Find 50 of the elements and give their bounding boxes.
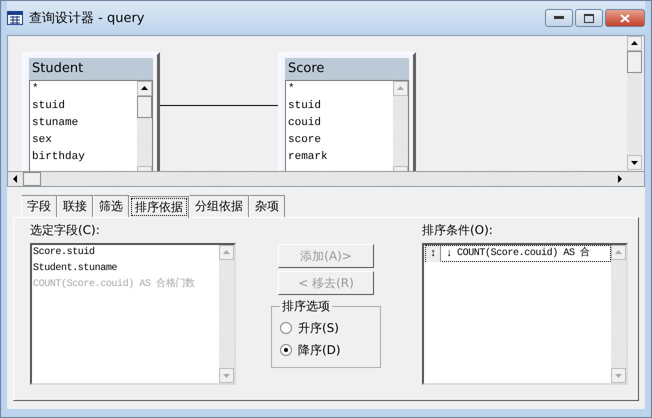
- table-box[interactable]: Score * stuid couid score remark: [278, 52, 416, 171]
- tab[interactable]: 杂项: [249, 195, 285, 217]
- list-item[interactable]: Score.stuid: [33, 245, 219, 261]
- scrollbar[interactable]: [627, 36, 642, 170]
- tab[interactable]: 字段: [21, 195, 57, 217]
- move-handle[interactable]: ↕: [426, 246, 441, 262]
- horizontal-scrollbar[interactable]: [8, 171, 644, 186]
- minimize-button[interactable]: [545, 9, 573, 27]
- radio-label[interactable]: 升序(S): [298, 320, 339, 336]
- tab[interactable]: 分组依据: [189, 195, 249, 217]
- table-box[interactable]: Student * stuid stuname sex birthday: [22, 52, 160, 171]
- radio-button[interactable]: [280, 344, 292, 356]
- close-icon: [620, 14, 630, 22]
- scrollbar[interactable]: [137, 81, 152, 171]
- field-item[interactable]: sex: [32, 132, 137, 149]
- sort-conditions-list[interactable]: ↕ ↓ COUNT(Score.couid) AS 合: [422, 243, 628, 385]
- scroll-thumb[interactable]: [627, 51, 642, 73]
- maximize-icon: [584, 14, 594, 22]
- scroll-down-icon[interactable]: [627, 155, 642, 170]
- field-item[interactable]: couid: [288, 115, 393, 132]
- list-label: 选定字段(C):: [30, 222, 101, 239]
- tab[interactable]: 排序依据: [129, 196, 189, 218]
- scroll-up-icon[interactable]: [137, 81, 152, 96]
- radio-label[interactable]: 降序(D): [298, 342, 341, 358]
- window-icon: [7, 11, 23, 25]
- minimize-icon: [554, 16, 564, 20]
- field-item[interactable]: stuname: [32, 115, 137, 132]
- field-item[interactable]: birthday: [32, 149, 137, 166]
- tab[interactable]: 筛选: [93, 195, 129, 217]
- field-item[interactable]: *: [32, 81, 137, 98]
- table-name: Score: [285, 58, 409, 80]
- scroll-up-icon[interactable]: [627, 36, 642, 51]
- list-item[interactable]: Student.stuname: [33, 261, 219, 277]
- maximize-button[interactable]: [575, 9, 603, 27]
- window-title: 查询设计器 - query: [29, 10, 144, 27]
- list-item[interactable]: COUNT(Score.couid) AS 合: [457, 246, 590, 262]
- table-name: Student: [29, 58, 153, 80]
- sort-direction[interactable]: ↓: [441, 246, 457, 262]
- close-button[interactable]: [605, 9, 645, 27]
- field-item[interactable]: remark: [288, 149, 393, 166]
- radio-button[interactable]: [280, 322, 292, 334]
- field-item[interactable]: stuid: [32, 98, 137, 115]
- field-item[interactable]: score: [288, 132, 393, 149]
- group-title: 排序选项: [281, 298, 331, 315]
- field-item[interactable]: *: [288, 81, 393, 98]
- tab[interactable]: 联接: [57, 195, 93, 217]
- field-item[interactable]: stuid: [288, 98, 393, 115]
- scroll-thumb[interactable]: [137, 96, 152, 118]
- scroll-thumb[interactable]: [23, 172, 41, 186]
- list-label: 排序条件(O):: [422, 222, 494, 239]
